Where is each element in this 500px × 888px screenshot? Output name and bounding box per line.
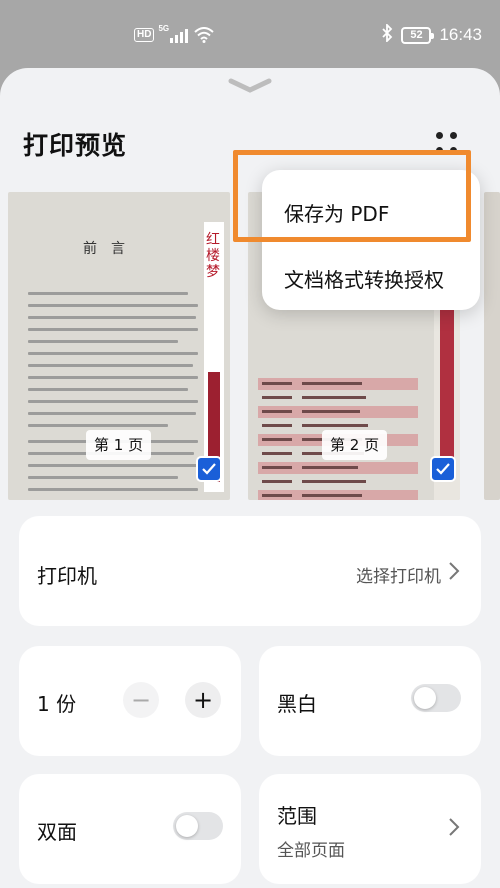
check-icon	[436, 463, 450, 475]
page-title: 打印预览	[23, 131, 128, 160]
increase-copies-button[interactable]: +	[185, 682, 221, 718]
chevron-right-icon	[449, 562, 460, 580]
copies-count: 1 份	[37, 692, 77, 716]
book-side-title: 红楼梦	[206, 232, 220, 280]
check-icon	[202, 463, 216, 475]
page-2-checkbox[interactable]	[430, 456, 456, 482]
collapse-chevron-icon[interactable]	[227, 76, 273, 94]
black-white-label: 黑白	[277, 692, 317, 716]
page-preview-3[interactable]	[484, 192, 500, 500]
network-type: 5G	[158, 24, 170, 33]
duplex-card: 双面	[19, 774, 241, 884]
range-card[interactable]: 范围 全部页面	[259, 774, 481, 884]
select-printer-text: 选择打印机	[356, 567, 441, 587]
black-white-toggle[interactable]	[411, 684, 461, 712]
menu-item-format-conversion[interactable]: 文档格式转换授权	[284, 264, 444, 293]
status-left: HD 5G	[134, 24, 215, 43]
chevron-right-icon	[449, 818, 460, 836]
page-1-checkbox[interactable]	[196, 456, 222, 482]
duplex-label: 双面	[37, 820, 77, 844]
range-label: 范围	[277, 804, 317, 828]
wifi-icon	[194, 27, 215, 43]
status-right: 52 16:43	[381, 22, 482, 46]
hd-badge: HD	[134, 28, 155, 42]
printer-label: 打印机	[37, 564, 97, 588]
doc-heading: 前言	[83, 241, 139, 257]
signal-icon: 5G	[158, 24, 189, 43]
black-white-card: 黑白	[259, 646, 481, 756]
decrease-copies-button[interactable]: −	[123, 682, 159, 718]
highlight-box	[233, 150, 471, 242]
page-label-2: 第 2 页	[322, 430, 388, 460]
clock: 16:43	[439, 25, 482, 44]
print-preview-sheet: 打印预览 前言 红楼梦 第 1 页 第 2 页 保存为 PDF 文档格式转换授权…	[0, 68, 500, 888]
printer-card[interactable]: 打印机 选择打印机	[19, 516, 481, 626]
book-side-band: 红楼梦	[204, 222, 224, 492]
page-label-1: 第 1 页	[86, 430, 152, 460]
status-bar: HD 5G 52 16:43	[0, 0, 500, 70]
bluetooth-icon	[381, 22, 393, 46]
range-value: 全部页面	[277, 841, 345, 861]
battery-icon: 52	[401, 26, 435, 44]
duplex-toggle[interactable]	[173, 812, 223, 840]
copies-card: 1 份 − +	[19, 646, 241, 756]
